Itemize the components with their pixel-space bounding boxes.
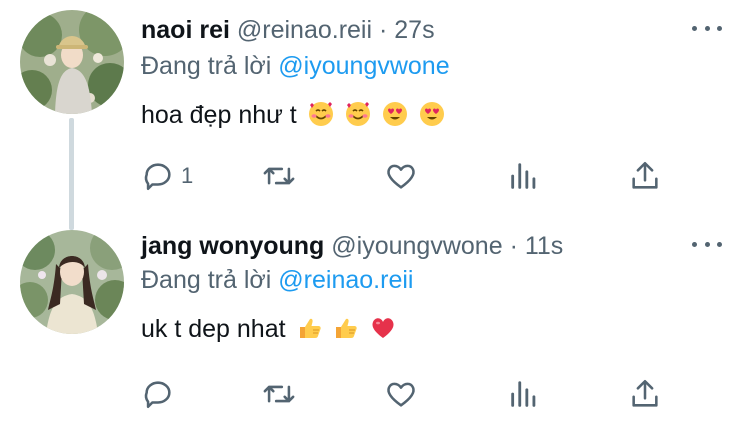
views-button[interactable]: [507, 158, 541, 194]
username[interactable]: @reinao.reii: [237, 16, 372, 44]
avatar[interactable]: [20, 230, 124, 334]
red-heart-icon: [372, 318, 394, 338]
reply-icon: [144, 163, 171, 191]
more-options-icon[interactable]: [692, 18, 722, 38]
replying-to-label: Đang trả lời: [141, 266, 272, 294]
tweet-text: hoa đẹp như t: [141, 98, 445, 132]
tweet-text-content: uk t dep nhat: [141, 315, 286, 343]
username[interactable]: @iyoungvwone: [331, 232, 502, 260]
tweet-text-content: hoa đẹp như t: [141, 101, 297, 129]
thumbs-up-icon: [299, 318, 321, 338]
reply-count: 1: [181, 163, 194, 188]
views-button[interactable]: [507, 376, 541, 412]
share-button[interactable]: [628, 158, 662, 194]
smiling-face-with-hearts-icon: [345, 102, 370, 126]
heart-eyes-icon: [419, 102, 444, 126]
like-button[interactable]: [384, 376, 418, 412]
reply-button[interactable]: [141, 376, 181, 412]
action-bar: 1: [0, 158, 750, 194]
retweet-button[interactable]: [262, 376, 296, 412]
replying-to-label: Đang trả lời: [141, 52, 272, 80]
replying-to: Đang trả lời @reinao.reii: [141, 264, 413, 296]
heart-eyes-icon: [382, 102, 407, 126]
share-button[interactable]: [628, 376, 662, 412]
share-icon: [632, 161, 658, 189]
tweet-header: naoi rei @reinao.reii · 27s: [141, 14, 435, 46]
retweet-icon: [263, 385, 295, 403]
display-name[interactable]: jang wonyoung: [141, 232, 324, 260]
separator-dot: ·: [378, 16, 388, 44]
mention-link[interactable]: @reinao.reii: [278, 266, 413, 294]
tweet-header: jang wonyoung @iyoungvwone · 11s: [141, 230, 563, 262]
heart-icon: [387, 382, 415, 407]
mention-link[interactable]: @iyoungvwone: [278, 52, 449, 80]
heart-icon: [387, 164, 415, 189]
tweet[interactable]: naoi rei @reinao.reii · 27s Đang trả lời…: [0, 0, 750, 230]
reply-icon: [144, 381, 171, 409]
retweet-button[interactable]: [262, 158, 296, 194]
more-options-icon[interactable]: [692, 234, 722, 254]
separator-dot: ·: [509, 232, 518, 260]
avatar[interactable]: [20, 10, 124, 114]
share-icon: [632, 379, 658, 407]
like-button[interactable]: [384, 158, 418, 194]
action-bar: [0, 376, 750, 412]
analytics-icon: [511, 381, 536, 407]
replying-to: Đang trả lời @iyoungvwone: [141, 50, 450, 82]
analytics-icon: [511, 163, 536, 189]
smiling-face-with-hearts-icon: [308, 102, 333, 126]
timestamp[interactable]: 27s: [394, 16, 434, 44]
thumbs-up-icon: [336, 318, 358, 338]
display-name[interactable]: naoi rei: [141, 16, 230, 44]
reply-button[interactable]: 1: [141, 158, 193, 194]
tweet[interactable]: jang wonyoung @iyoungvwone · 11s Đang tr…: [0, 218, 750, 423]
tweet-text: uk t dep nhat: [141, 312, 396, 346]
timestamp[interactable]: 11s: [525, 232, 563, 260]
retweet-icon: [263, 167, 295, 185]
